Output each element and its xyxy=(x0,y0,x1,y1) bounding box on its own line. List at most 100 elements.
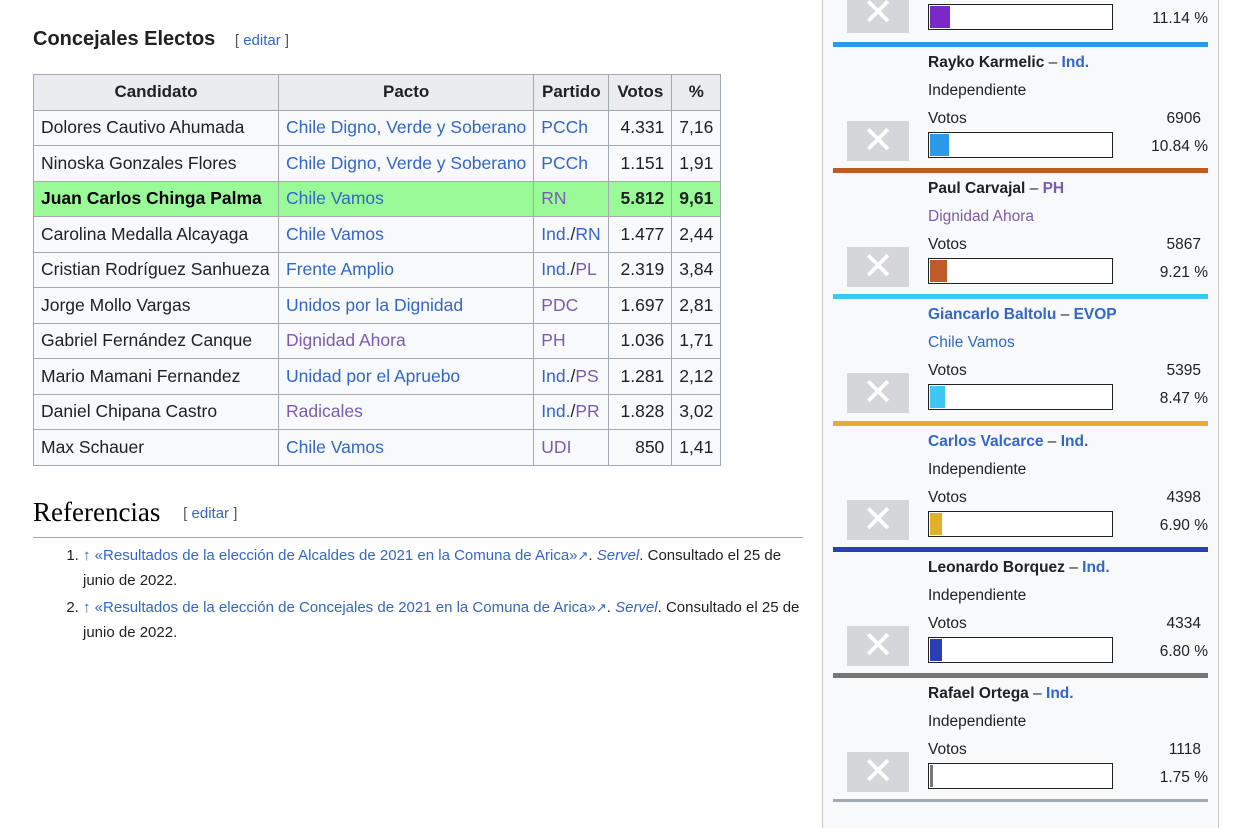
vote-bar-fill xyxy=(930,512,942,535)
results-infobox: ✕ 11.14 % Rayko Karmelic – Ind. Independi… xyxy=(822,0,1219,828)
pacto-link[interactable]: Unidad por el Apruebo xyxy=(286,366,460,386)
edit-section: [ editar ] xyxy=(183,505,238,522)
edit-link[interactable]: editar xyxy=(243,32,281,49)
vote-percent: 1.75 % xyxy=(1159,769,1208,786)
section-title: Referencias xyxy=(33,497,161,527)
cell-candidato: Carolina Medalla Alcayaga xyxy=(33,216,279,253)
cell-pacto: Chile Vamos xyxy=(277,429,535,466)
col-header-votos: Votos xyxy=(608,74,673,111)
cell-pacto: Chile Vamos xyxy=(277,216,535,253)
section-title: Concejales Electos xyxy=(33,28,216,50)
party-link[interactable]: PL xyxy=(575,259,596,279)
pacto-link[interactable]: Chile Digno, Verde y Soberano xyxy=(286,117,526,137)
pacto-link[interactable]: Chile Vamos xyxy=(286,224,384,244)
party-link[interactable]: PH xyxy=(541,330,565,350)
cell-pacto: Radicales xyxy=(277,393,535,430)
pacto-link[interactable]: Chile Digno, Verde y Soberano xyxy=(286,153,526,173)
party-link[interactable]: UDI xyxy=(541,437,571,457)
cell-votos: 850 xyxy=(608,429,673,466)
cell-pacto: Frente Amplio xyxy=(277,251,535,288)
reference-link[interactable]: «Resultados de la elección de Concejales… xyxy=(95,599,596,616)
reference-link[interactable]: «Resultados de la elección de Alcaldes d… xyxy=(95,547,578,564)
backlink-arrow[interactable]: ↑ xyxy=(83,547,91,564)
reference-item: ↑ «Resultados de la elección de Concejal… xyxy=(83,595,803,645)
party-abbr-link[interactable]: Ind. xyxy=(1062,54,1090,71)
party-link[interactable]: RN xyxy=(541,188,566,208)
pacto-link[interactable]: Unidos por la Dignidad xyxy=(286,295,463,315)
candidate-entry: Giancarlo Baltolu – EVOP Chile Vamos Votos… xyxy=(833,294,1208,420)
cell-pct: 9,61 xyxy=(671,180,722,217)
col-header-partido: Partido xyxy=(533,74,610,111)
reference-source[interactable]: Servel xyxy=(615,599,658,616)
candidate-entry: Leonardo Borquez – Ind. Independiente Voto… xyxy=(833,546,1208,673)
party-link-ind[interactable]: Ind. xyxy=(541,259,570,279)
cell-votos: 5.812 xyxy=(608,180,673,217)
col-header-pct: % xyxy=(671,74,722,111)
party-link-ind[interactable]: Ind. xyxy=(541,401,570,421)
table-row: Ninoska Gonzales Flores Chile Digno, Verd… xyxy=(33,145,722,182)
party-color-stripe xyxy=(833,168,1208,174)
party-link[interactable]: PS xyxy=(575,366,598,386)
party-link[interactable]: PCCh xyxy=(541,117,588,137)
party-abbr-link[interactable]: Ind. xyxy=(1046,685,1074,702)
table-header-row: Candidato Pacto Partido Votos % xyxy=(33,74,722,111)
candidate-name[interactable]: Giancarlo Baltolu xyxy=(928,306,1056,323)
party-link[interactable]: PCCh xyxy=(541,153,588,173)
backlink-arrow[interactable]: ↑ xyxy=(83,599,91,616)
pacto-link[interactable]: Radicales xyxy=(286,401,363,421)
candidate-coalition[interactable]: Dignidad Ahora xyxy=(928,208,1034,226)
table-row: Daniel Chipana Castro Radicales Ind./PR 1.8… xyxy=(33,393,722,430)
vote-bar xyxy=(928,636,1113,663)
vote-bar-fill xyxy=(930,638,942,661)
cell-votos: 2.319 xyxy=(608,251,673,288)
table-row: Carolina Medalla Alcayaga Chile Vamos Ind.… xyxy=(33,216,722,253)
party-abbr-link[interactable]: PH xyxy=(1043,180,1065,197)
cell-partido: Ind./PL xyxy=(533,251,610,288)
cell-pct: 3,84 xyxy=(671,251,722,288)
votes-label: Votos xyxy=(928,110,967,127)
pacto-link[interactable]: Dignidad Ahora xyxy=(286,330,406,350)
party-link-ind[interactable]: Ind. xyxy=(541,366,570,386)
cell-pacto: Chile Digno, Verde y Soberano xyxy=(277,145,535,182)
votes-label: Votos xyxy=(928,362,967,380)
candidate-name[interactable]: Carlos Valcarce xyxy=(928,433,1043,450)
party-link[interactable]: PR xyxy=(575,401,599,421)
cell-pct: 2,12 xyxy=(671,358,722,395)
candidate-name: Rayko Karmelic xyxy=(928,54,1045,71)
party-abbr-link[interactable]: EVOP xyxy=(1074,306,1117,323)
cell-candidato: Jorge Mollo Vargas xyxy=(33,287,279,324)
pacto-link[interactable]: Chile Vamos xyxy=(286,188,384,208)
party-color-stripe xyxy=(833,420,1208,426)
party-color-stripe xyxy=(833,799,1208,803)
candidate-coalition: Independiente xyxy=(928,460,1027,478)
cell-partido: PDC xyxy=(533,287,610,324)
pacto-link[interactable]: Frente Amplio xyxy=(286,259,394,279)
party-link[interactable]: PDC xyxy=(541,295,578,315)
party-abbr-link[interactable]: Ind. xyxy=(1061,433,1089,450)
cell-candidato: Max Schauer xyxy=(33,429,279,466)
vote-percent: 9.21 % xyxy=(1159,264,1208,282)
candidate-name-line: Paul Carvajal – PH xyxy=(928,180,1065,198)
cell-candidato: Mario Mamani Fernandez xyxy=(33,358,279,395)
cell-candidato: Ninoska Gonzales Flores xyxy=(33,145,279,182)
party-color-stripe xyxy=(833,294,1208,300)
candidate-coalition[interactable]: Chile Vamos xyxy=(928,334,1015,352)
cell-pct: 2,81 xyxy=(671,287,722,324)
table-row: Juan Carlos Chinga Palma Chile Vamos RN 5.8… xyxy=(33,180,722,217)
concejales-table: Candidato Pacto Partido Votos % Dolores … xyxy=(33,74,722,466)
party-link[interactable]: RN xyxy=(575,224,600,244)
cell-candidato: Juan Carlos Chinga Palma xyxy=(33,180,279,217)
vote-bar-fill xyxy=(930,134,949,156)
party-abbr-link[interactable]: Ind. xyxy=(1082,559,1110,576)
candidate-name: Leonardo Borquez xyxy=(928,558,1065,576)
edit-link[interactable]: editar xyxy=(192,505,230,522)
cell-partido: Ind./PR xyxy=(533,393,610,430)
reference-source[interactable]: Servel xyxy=(597,547,640,564)
photo-placeholder-icon: ✕ xyxy=(847,121,909,161)
party-color-stripe xyxy=(833,546,1208,552)
reference-item: ↑ «Resultados de la elección de Alcaldes… xyxy=(83,543,803,593)
pacto-link[interactable]: Chile Vamos xyxy=(286,437,384,457)
votes-label: Votos xyxy=(928,741,967,758)
votes-label: Votos xyxy=(928,614,967,632)
party-link-ind[interactable]: Ind. xyxy=(541,224,570,244)
